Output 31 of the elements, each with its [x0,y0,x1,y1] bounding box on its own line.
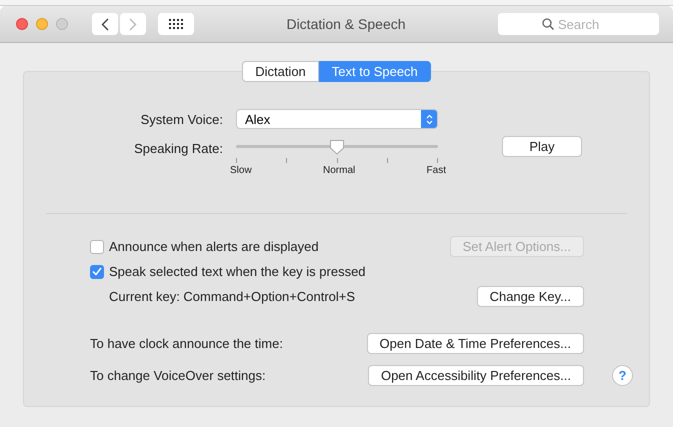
window-title: Dictation & Speech [285,16,407,32]
voice-popup[interactable]: Alex [236,109,438,129]
tab[interactable]: Dictation [242,61,319,82]
grid-icon [169,19,183,29]
chevron-right-icon [129,18,137,30]
play-button[interactable]: Play [502,136,582,157]
slider-label: Fast [426,165,446,176]
checkbox-label: Announce when alerts are displayed [109,239,320,254]
minimize-icon[interactable] [36,18,48,30]
search-icon [542,18,554,30]
preference-label: To have clock announce the time: [90,336,284,350]
open-preferences-button[interactable]: Open Date & Time Preferences... [366,332,584,354]
checkbox-label: Speak selected text when the key is pressed [109,264,367,279]
search-field[interactable]: Search [498,13,659,35]
chevron-left-icon [101,18,109,30]
show-all-button[interactable] [158,13,194,35]
slider-label: Normal [323,165,356,176]
checkbox[interactable] [90,240,104,254]
open-preferences-button[interactable]: Open Accessibility Preferences... [368,364,584,386]
field-label: System Voice: [140,112,223,126]
chevron-updown-icon [426,114,432,124]
slider-label: Slow [230,165,252,176]
close-icon[interactable] [16,18,28,30]
preference-label: To change VoiceOver settings: [90,368,267,382]
field-label: Speaking Rate: [133,141,223,156]
change-key-button[interactable]: Change Key... [476,286,584,307]
current-key-text: Current key: Command+Option+Control+S [109,289,356,304]
checkbox[interactable] [90,264,104,278]
zoom-icon[interactable] [56,18,68,30]
slider-thumb[interactable] [329,139,345,155]
back-button[interactable] [92,13,118,35]
